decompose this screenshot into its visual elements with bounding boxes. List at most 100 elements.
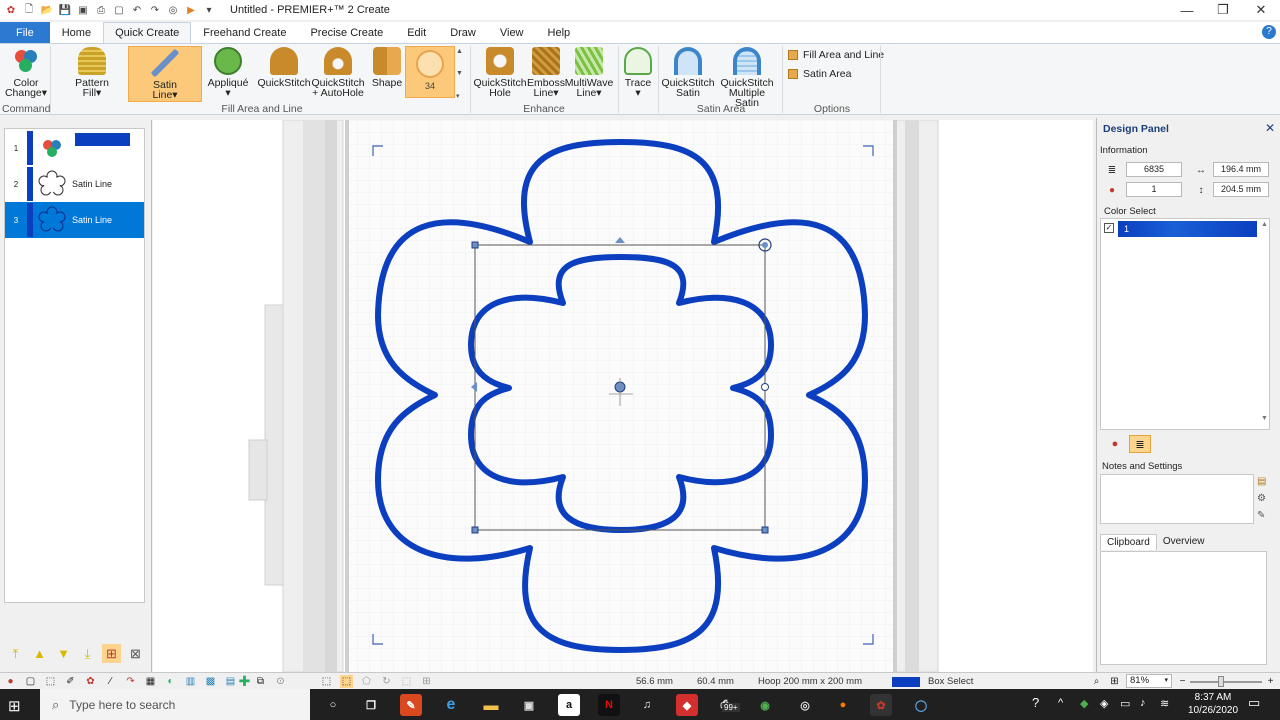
zoom-hoop-icon[interactable]: ⊞ (1108, 675, 1121, 688)
color-view-icon[interactable]: ● (1105, 435, 1125, 453)
help-icon[interactable]: ? (1262, 25, 1276, 39)
netflix-icon[interactable]: N (598, 694, 620, 716)
play-icon[interactable]: ▶ (184, 3, 198, 17)
itunes-icon[interactable]: ♫ (636, 694, 658, 716)
quickstitch-multiple-satin-button[interactable]: QuickStitch Multiple Satin (716, 47, 778, 108)
dropbox-icon[interactable]: ◈ (1100, 697, 1108, 710)
amazon-icon[interactable]: a (558, 694, 580, 716)
save-icon[interactable]: 💾 (58, 3, 72, 17)
customize-toolbar-icon[interactable]: ▾ (202, 3, 216, 17)
print-icon[interactable]: ⎙ (94, 3, 108, 17)
close-button[interactable]: ✕ (1242, 0, 1280, 20)
tab-help[interactable]: Help (536, 22, 583, 43)
edit-pencil-icon[interactable]: ✎ (1257, 510, 1265, 521)
resize-handle[interactable] (761, 526, 769, 534)
freehand-select-icon[interactable]: ⬚ (340, 675, 353, 688)
shape-icon[interactable]: ◐ (164, 675, 177, 688)
resize-handle[interactable] (471, 526, 479, 534)
open-icon[interactable]: 📂 (40, 3, 54, 17)
zoom-in-icon[interactable]: + (1264, 675, 1277, 688)
quickstitch-autohole-button[interactable]: QuickStitch + AutoHole (311, 47, 365, 98)
life-view-icon[interactable]: ◎ (166, 3, 180, 17)
notes-field[interactable] (1100, 474, 1254, 524)
color-checkbox[interactable]: ✓ (1104, 223, 1114, 233)
color-change-button[interactable]: Color Change▾ (5, 47, 47, 98)
redo-icon[interactable]: ↷ (148, 3, 162, 17)
premier-app-icon[interactable]: ✿ (870, 694, 892, 716)
film-strip-item[interactable]: 2 Satin Line (5, 166, 144, 202)
show-hidden-icons[interactable]: ^ (1058, 697, 1063, 709)
pattern-icon[interactable]: ▤ (224, 675, 237, 688)
pattern-fill-button[interactable]: Pattern Fill▾ (72, 47, 112, 98)
move-to-top-icon[interactable]: ⤒ (6, 644, 25, 663)
quickstitch-button[interactable]: QuickStitch (257, 47, 311, 88)
stop-icon[interactable]: ▢ (112, 3, 126, 17)
tab-home[interactable]: Home (50, 22, 103, 43)
new-icon[interactable]: ▢ (24, 675, 37, 688)
tab-clipboard[interactable]: Clipboard (1100, 534, 1157, 550)
clock[interactable]: 8:37 AM 10/26/2020 (1188, 691, 1238, 717)
file-explorer-icon[interactable]: ▬ (480, 694, 502, 716)
option-fill-area-and-line[interactable]: Fill Area and Line (788, 49, 884, 61)
add-icon[interactable]: ✚ (238, 673, 251, 689)
zoom-slider[interactable] (1190, 681, 1262, 683)
rotate-select-icon[interactable]: ↻ (380, 675, 393, 688)
save-as-icon[interactable]: ▣ (76, 3, 90, 17)
scroll-up-icon[interactable]: ▲ (1261, 221, 1268, 228)
store-icon[interactable]: ▣ (518, 694, 540, 716)
zoom-slider-thumb[interactable] (1218, 676, 1224, 687)
fill-icon[interactable]: ▥ (184, 675, 197, 688)
circle-app-icon[interactable]: ◯ (910, 694, 932, 716)
design-area[interactable] (153, 120, 1093, 672)
move-to-bottom-icon[interactable]: ⤓ (78, 644, 97, 663)
edge-icon[interactable]: e (440, 694, 462, 716)
scroll-down-icon[interactable]: ▼ (1261, 415, 1268, 422)
texture-icon[interactable]: ▩ (204, 675, 217, 688)
select-icon[interactable]: ⬚ (44, 675, 57, 688)
move-up-icon[interactable]: ▲ (30, 644, 49, 663)
panel-close-icon[interactable]: ✕ (1265, 121, 1275, 135)
applique-button[interactable]: Appliqué ▾ (206, 47, 250, 98)
emboss-line-button[interactable]: Emboss Line▾ (526, 47, 566, 98)
color-item[interactable]: 1 (1118, 221, 1257, 237)
grid-icon[interactable]: ▦ (144, 675, 157, 688)
firefox-icon[interactable]: ● (832, 694, 854, 716)
minimize-button[interactable]: — (1168, 0, 1206, 20)
tray-app-icon[interactable]: ◆ (1080, 697, 1088, 710)
polygon-select-icon[interactable]: ⬠ (360, 675, 373, 688)
move-down-icon[interactable]: ▼ (54, 644, 73, 663)
film-strip-item-selected[interactable]: 3 Satin Line (5, 202, 144, 238)
satin-line-button[interactable]: Satin Line▾ (128, 46, 202, 102)
tab-file[interactable]: File (0, 22, 50, 43)
group-icon[interactable]: ⊞ (102, 644, 121, 663)
tab-edit[interactable]: Edit (395, 22, 438, 43)
settings-icon[interactable]: ⚙ (1257, 493, 1266, 504)
ungroup-icon[interactable]: ⊠ (126, 644, 145, 663)
shape-button[interactable]: Shape (370, 47, 404, 88)
chrome-icon[interactable]: ◉ (754, 694, 776, 716)
media-icon[interactable]: ◆ (676, 694, 698, 716)
shape-gallery[interactable]: 34 (405, 46, 455, 98)
camera-icon[interactable]: ◎ (794, 694, 816, 716)
restore-button[interactable]: ❐ (1204, 0, 1242, 20)
app-icon[interactable]: ✎ (400, 694, 422, 716)
battery-icon[interactable]: ▭ (1120, 697, 1130, 710)
tab-precise-create[interactable]: Precise Create (298, 22, 395, 43)
gallery-scroll[interactable]: ▲ ▼ ▾ (456, 48, 466, 100)
tab-freehand-create[interactable]: Freehand Create (191, 22, 298, 43)
trace-button[interactable]: Trace ▾ (620, 47, 656, 98)
stitch-icon[interactable]: ✐ (64, 675, 77, 688)
tab-view[interactable]: View (488, 22, 536, 43)
zoom-out-icon[interactable]: − (1176, 675, 1189, 688)
box-select-icon[interactable]: ⬚ (320, 675, 333, 688)
list-view-icon[interactable]: ≣ (1129, 435, 1151, 453)
new-icon[interactable]: 🗋 (22, 3, 36, 17)
zoom-select[interactable]: 81% ▾ (1126, 674, 1172, 688)
quickstitch-satin-button[interactable]: QuickStitch Satin (661, 47, 715, 98)
notifications-icon[interactable]: ▭ (1248, 695, 1260, 711)
zoom-to-fit-icon[interactable]: ⌕ (1090, 675, 1103, 688)
notes-icon[interactable]: ▤ (1257, 476, 1266, 487)
cortana-icon[interactable]: ○ (322, 694, 344, 716)
zoom-icon[interactable]: ⊙ (274, 675, 287, 688)
arrange-icon[interactable]: ⧉ (254, 675, 267, 688)
